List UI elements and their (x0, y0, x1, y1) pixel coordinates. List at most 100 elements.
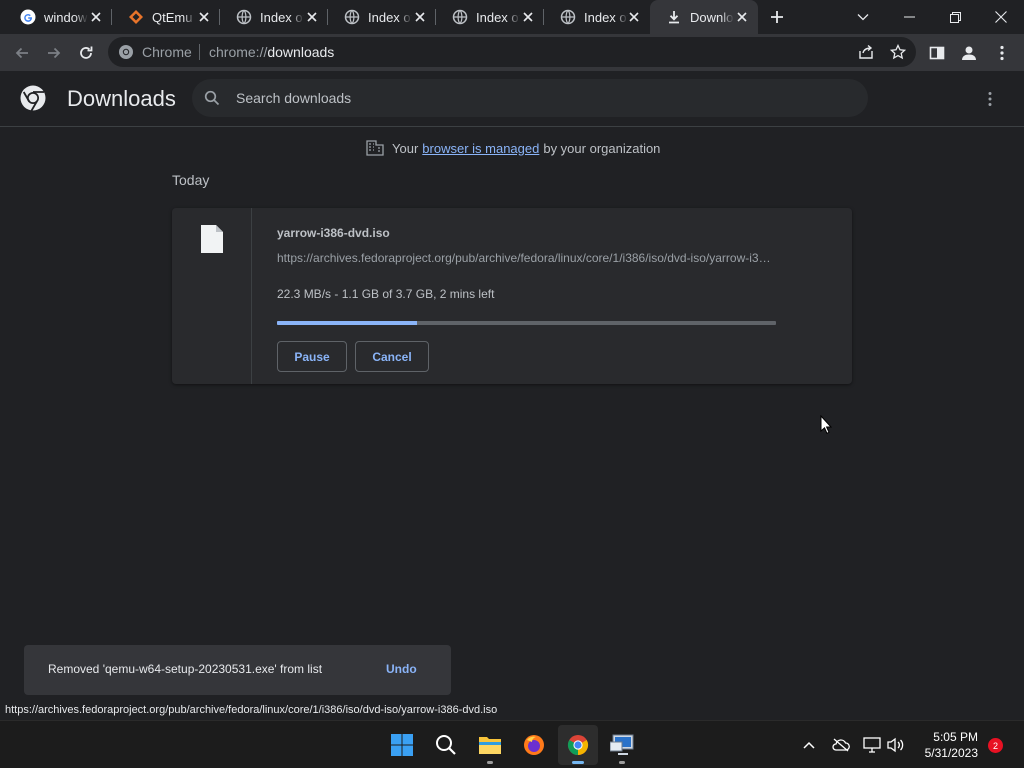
screen: windows QtEmu Index of Index of (0, 0, 1024, 768)
more-actions-button[interactable] (978, 87, 1002, 111)
close-icon[interactable] (304, 9, 320, 25)
taskbar: 5:05 PM 5/31/2023 2 (0, 720, 1024, 768)
taskbar-clock[interactable]: 5:05 PM 5/31/2023 (916, 729, 978, 761)
close-icon[interactable] (88, 9, 104, 25)
side-panel-button[interactable] (923, 39, 951, 67)
network-tray-button[interactable] (860, 733, 884, 757)
undo-button[interactable]: Undo (386, 662, 417, 676)
network-icon (863, 737, 881, 753)
search-icon (436, 735, 456, 755)
share-icon (859, 44, 873, 59)
taskbar-chrome[interactable] (558, 725, 598, 765)
speaker-icon (887, 737, 904, 753)
kebab-menu-icon (1000, 45, 1004, 61)
managed-link[interactable]: browser is managed (422, 141, 539, 156)
tab-title: Index of (368, 9, 412, 25)
chrome-icon (119, 45, 133, 59)
site-chip[interactable]: Chrome (118, 44, 192, 60)
avatar-icon (962, 46, 976, 60)
tab-windows[interactable]: windows (4, 0, 112, 34)
side-panel-icon (929, 46, 945, 60)
url-host: downloads (267, 44, 335, 60)
minimize-icon (903, 16, 915, 18)
search-box[interactable] (192, 79, 868, 117)
status-bubble: https://archives.fedoraproject.org/pub/a… (0, 702, 504, 720)
download-status: 22.3 MB/s - 1.1 GB of 3.7 GB, 2 mins lef… (277, 287, 495, 301)
onedrive-tray-button[interactable] (829, 733, 853, 757)
forward-button[interactable] (40, 39, 68, 67)
taskbar-firefox[interactable] (514, 725, 554, 765)
tab-index-1[interactable]: Index of (220, 0, 328, 34)
url-scheme: chrome:// (209, 44, 268, 60)
globe-icon (344, 9, 360, 25)
file-url[interactable]: https://archives.fedoraproject.org/pub/a… (277, 251, 777, 265)
taskbar-file-explorer[interactable] (470, 725, 510, 765)
tab-index-3[interactable]: Index of (436, 0, 544, 34)
file-icon-column (172, 208, 252, 384)
site-label: Chrome (142, 44, 192, 60)
downloads-header: Downloads (0, 71, 1024, 127)
running-indicator (572, 761, 584, 764)
window-close-button[interactable] (978, 0, 1024, 34)
tab-index-4[interactable]: Index of (544, 0, 650, 34)
tab-index-2[interactable]: Index of (328, 0, 436, 34)
search-input[interactable] (236, 79, 856, 117)
restore-button[interactable] (932, 0, 978, 34)
pause-button[interactable]: Pause (277, 341, 347, 372)
tab-strip: windows QtEmu Index of Index of (0, 0, 1024, 34)
address-bar[interactable]: Chrome chrome://downloads (108, 37, 916, 67)
close-icon[interactable] (412, 9, 428, 25)
chrome-logo-icon (20, 85, 46, 111)
new-tab-button[interactable] (766, 7, 788, 27)
file-icon (201, 225, 223, 253)
restore-icon (949, 11, 961, 23)
running-indicator (487, 761, 493, 764)
tab-title: QtEmu (152, 9, 193, 25)
browser-toolbar: Chrome chrome://downloads (0, 34, 1024, 71)
minimize-button[interactable] (886, 0, 932, 34)
back-button[interactable] (8, 39, 36, 67)
kebab-menu-icon (988, 92, 992, 106)
url-text[interactable]: chrome://downloads (209, 44, 334, 60)
volume-tray-button[interactable] (884, 733, 908, 757)
remote-desktop-icon (610, 734, 634, 755)
close-icon[interactable] (520, 9, 536, 25)
reload-button[interactable] (72, 39, 100, 67)
close-icon[interactable] (734, 9, 750, 25)
bookmark-button[interactable] (884, 38, 912, 66)
google-icon (20, 9, 36, 25)
taskbar-remote-desktop[interactable] (602, 725, 642, 765)
tab-title: Index of (584, 9, 628, 25)
close-icon[interactable] (626, 9, 642, 25)
notification-badge[interactable]: 2 (988, 738, 1003, 753)
start-button[interactable] (382, 725, 422, 765)
cancel-button[interactable]: Cancel (355, 341, 429, 372)
tab-downloads[interactable]: Downloads (650, 0, 758, 34)
chrome-menu-button[interactable] (988, 39, 1016, 67)
running-indicator (619, 761, 625, 764)
profile-button[interactable] (955, 39, 983, 67)
toast: Removed 'qemu-w64-setup-20230531.exe' fr… (24, 645, 451, 695)
star-icon (890, 44, 906, 60)
tab-qtemu[interactable]: QtEmu (112, 0, 220, 34)
clock-time: 5:05 PM (933, 730, 978, 744)
progress-fill (277, 321, 417, 325)
download-item: yarrow-i386-dvd.iso https://archives.fed… (172, 208, 852, 384)
globe-icon (560, 9, 576, 25)
close-icon[interactable] (196, 9, 212, 25)
managed-prefix: Your (392, 140, 419, 156)
omnibox-divider (199, 44, 200, 60)
tab-search-button[interactable] (840, 0, 886, 34)
share-button[interactable] (852, 38, 880, 66)
cloud-offline-icon (832, 738, 850, 752)
date-heading: Today (172, 172, 210, 188)
file-name[interactable]: yarrow-i386-dvd.iso (277, 226, 390, 240)
taskbar-search-button[interactable] (426, 725, 466, 765)
reload-icon (80, 46, 93, 59)
arrow-left-icon (15, 47, 28, 59)
clock-date: 5/31/2023 (924, 746, 978, 760)
arrow-right-icon (48, 47, 61, 59)
show-hidden-icons-button[interactable] (797, 733, 821, 757)
tab-title: windows (44, 9, 88, 25)
chevron-up-icon (803, 741, 815, 749)
